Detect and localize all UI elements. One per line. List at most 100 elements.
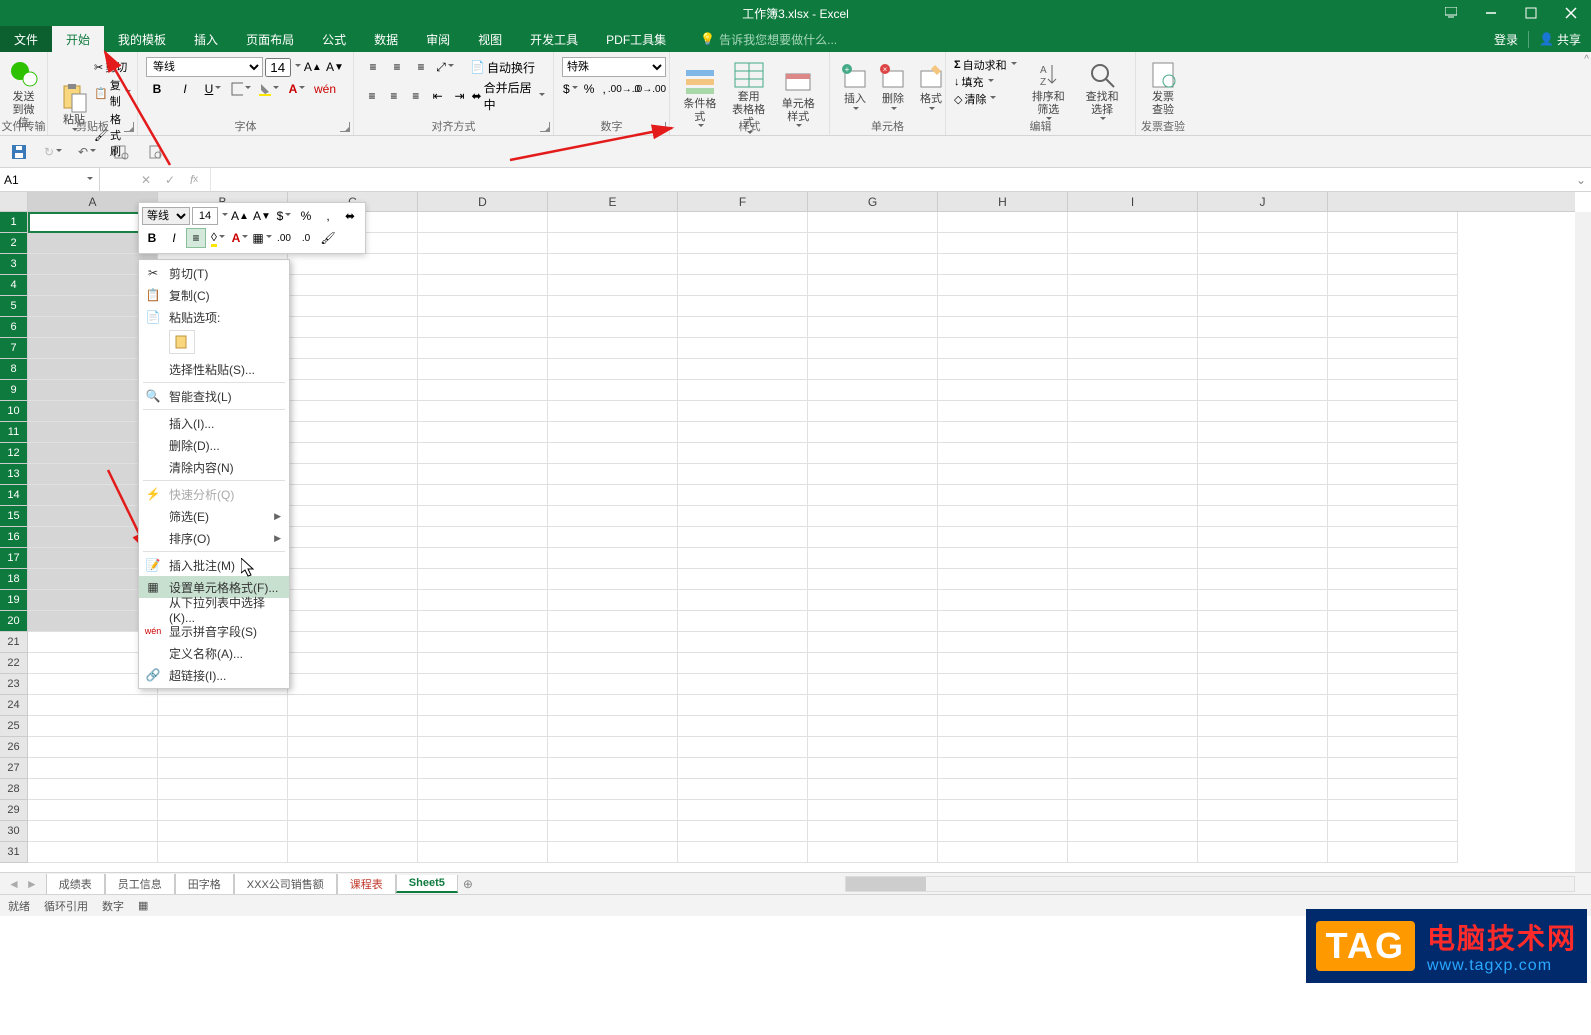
- mini-percent-icon[interactable]: %: [296, 206, 316, 226]
- cell[interactable]: [808, 443, 938, 464]
- cell[interactable]: [288, 359, 418, 380]
- decrease-decimal-icon[interactable]: .0→.00: [639, 79, 661, 99]
- cell[interactable]: [418, 821, 548, 842]
- column-header-E[interactable]: E: [548, 192, 678, 211]
- row-header-3[interactable]: 3: [0, 254, 27, 275]
- column-header-G[interactable]: G: [808, 192, 938, 211]
- cell[interactable]: [28, 758, 158, 779]
- cell[interactable]: [1068, 821, 1198, 842]
- row-header-1[interactable]: 1: [0, 212, 27, 233]
- mini-inc-decimal-icon[interactable]: .00: [274, 228, 294, 248]
- cell[interactable]: [678, 464, 808, 485]
- row-header-7[interactable]: 7: [0, 338, 27, 359]
- fill-button[interactable]: ↓填充: [954, 74, 1019, 90]
- cell[interactable]: [938, 716, 1068, 737]
- cell[interactable]: [1068, 695, 1198, 716]
- cell[interactable]: [1068, 590, 1198, 611]
- cell[interactable]: [938, 800, 1068, 821]
- row-header-31[interactable]: 31: [0, 842, 27, 863]
- cell[interactable]: [678, 275, 808, 296]
- cell[interactable]: [288, 695, 418, 716]
- tab-my-templates[interactable]: 我的模板: [104, 26, 180, 52]
- bold-button[interactable]: B: [146, 79, 168, 99]
- column-header-I[interactable]: I: [1068, 192, 1198, 211]
- cell[interactable]: [1198, 401, 1328, 422]
- cell[interactable]: [678, 737, 808, 758]
- cell[interactable]: [938, 758, 1068, 779]
- tab-view[interactable]: 视图: [464, 26, 516, 52]
- cell[interactable]: [1198, 674, 1328, 695]
- cell[interactable]: [1198, 821, 1328, 842]
- clear-button[interactable]: ◇清除: [954, 91, 1019, 107]
- confirm-formula-icon[interactable]: ✓: [158, 173, 182, 187]
- cell[interactable]: [28, 737, 158, 758]
- increase-font-icon[interactable]: A▲: [303, 57, 323, 77]
- cell[interactable]: [288, 800, 418, 821]
- row-header-16[interactable]: 16: [0, 527, 27, 548]
- sheet-tab-2[interactable]: 田字格: [175, 874, 234, 894]
- cell[interactable]: [938, 695, 1068, 716]
- cell[interactable]: [28, 695, 158, 716]
- cell[interactable]: [288, 632, 418, 653]
- cell[interactable]: [938, 443, 1068, 464]
- cell[interactable]: [288, 590, 418, 611]
- number-launcher[interactable]: [656, 122, 666, 132]
- row-header-5[interactable]: 5: [0, 296, 27, 317]
- cell[interactable]: [808, 842, 938, 863]
- cell[interactable]: [938, 338, 1068, 359]
- cell[interactable]: [288, 569, 418, 590]
- cell[interactable]: [418, 569, 548, 590]
- cell[interactable]: [1198, 758, 1328, 779]
- cell[interactable]: [678, 758, 808, 779]
- cell[interactable]: [808, 779, 938, 800]
- cell[interactable]: [808, 569, 938, 590]
- cell[interactable]: [548, 674, 678, 695]
- mini-italic-icon[interactable]: I: [164, 228, 184, 248]
- ribbon-options-icon[interactable]: [1431, 0, 1471, 26]
- row-header-18[interactable]: 18: [0, 569, 27, 590]
- cell[interactable]: [418, 548, 548, 569]
- mini-align-icon[interactable]: ≡: [186, 228, 206, 248]
- delete-cells-button[interactable]: × 删除: [876, 57, 910, 117]
- cell[interactable]: [678, 611, 808, 632]
- cell[interactable]: [1198, 485, 1328, 506]
- cell[interactable]: [418, 233, 548, 254]
- cell[interactable]: [418, 737, 548, 758]
- cell[interactable]: [1068, 716, 1198, 737]
- cell[interactable]: [678, 443, 808, 464]
- cell[interactable]: [678, 716, 808, 737]
- cell[interactable]: [1068, 779, 1198, 800]
- cell[interactable]: [1328, 254, 1458, 275]
- cell[interactable]: [808, 464, 938, 485]
- row-header-30[interactable]: 30: [0, 821, 27, 842]
- cell[interactable]: [1198, 842, 1328, 863]
- cell[interactable]: [1068, 401, 1198, 422]
- cell[interactable]: [1328, 359, 1458, 380]
- cell[interactable]: [548, 233, 678, 254]
- cell[interactable]: [1198, 737, 1328, 758]
- cell[interactable]: [1328, 464, 1458, 485]
- cell[interactable]: [158, 821, 288, 842]
- cell[interactable]: [548, 590, 678, 611]
- vertical-scrollbar[interactable]: [1575, 212, 1591, 872]
- font-select[interactable]: 等线: [146, 57, 263, 77]
- cell[interactable]: [938, 233, 1068, 254]
- cell[interactable]: [1328, 485, 1458, 506]
- cell[interactable]: [1068, 674, 1198, 695]
- cell[interactable]: [1068, 653, 1198, 674]
- cell[interactable]: [1198, 611, 1328, 632]
- cell[interactable]: [678, 338, 808, 359]
- ctx-clear-contents[interactable]: 清除内容(N): [139, 456, 289, 478]
- paste-button[interactable]: 粘贴: [56, 57, 92, 159]
- cell[interactable]: [1068, 527, 1198, 548]
- cell[interactable]: [1328, 779, 1458, 800]
- cell[interactable]: [678, 212, 808, 233]
- cell[interactable]: [1198, 590, 1328, 611]
- ctx-pick-from-list[interactable]: 从下拉列表中选择(K)...: [139, 598, 289, 620]
- cell[interactable]: [1068, 233, 1198, 254]
- cell[interactable]: [548, 485, 678, 506]
- cell[interactable]: [678, 359, 808, 380]
- cell[interactable]: [938, 296, 1068, 317]
- maximize-button[interactable]: [1511, 0, 1551, 26]
- tab-page-layout[interactable]: 页面布局: [232, 26, 308, 52]
